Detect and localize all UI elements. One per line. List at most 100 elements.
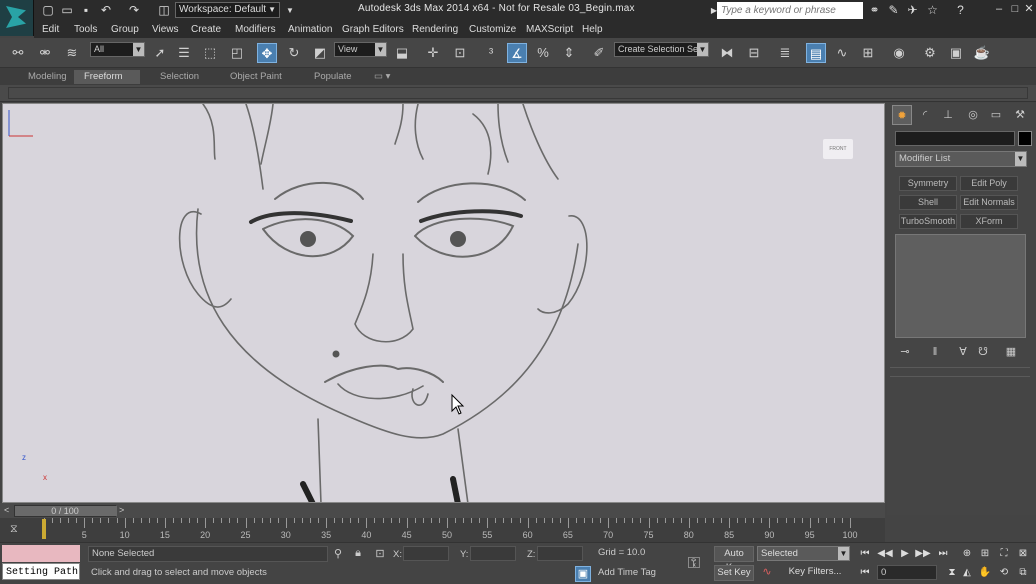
tab-populate[interactable]: Populate xyxy=(304,70,362,84)
minimize-icon[interactable]: – xyxy=(992,2,1006,16)
menu-group[interactable]: Group xyxy=(111,24,139,35)
percent-snap-icon[interactable]: % xyxy=(533,43,553,63)
show-end-result-icon[interactable]: ‖ xyxy=(927,344,943,360)
menu-rendering[interactable]: Rendering xyxy=(412,24,458,35)
ribbon-options-icon[interactable]: ▭ ▾ xyxy=(364,70,400,84)
render-production-icon[interactable]: ☕ xyxy=(972,43,992,63)
material-editor-icon[interactable]: ◉ xyxy=(889,43,909,63)
turbosmooth-button[interactable]: TurboSmooth xyxy=(899,214,957,229)
pin-stack-icon[interactable]: ⊸ xyxy=(897,344,913,360)
isolate-selection-icon[interactable]: ⚲ xyxy=(332,547,344,560)
maximize-icon[interactable]: □ xyxy=(1008,2,1022,16)
binoculars-icon[interactable]: ⚭ xyxy=(867,3,882,18)
time-slider[interactable]: 0 / 100 xyxy=(14,505,117,517)
communication-icon[interactable]: ✈ xyxy=(905,3,920,18)
previous-frame-icon[interactable]: ◀◀ xyxy=(877,546,893,562)
maxscript-listener-mini[interactable] xyxy=(2,545,80,562)
pan-view-icon[interactable]: ✋ xyxy=(977,565,993,581)
display-panel-icon[interactable]: ▭ xyxy=(986,105,1006,125)
current-frame-marker[interactable] xyxy=(42,519,46,539)
zoom-icon[interactable]: ⊕ xyxy=(959,546,975,562)
absolute-mode-icon[interactable]: ⊡ xyxy=(373,547,387,560)
maximize-viewport-icon[interactable]: ⧉ xyxy=(1015,565,1031,581)
x-coord-field[interactable] xyxy=(403,546,449,561)
link-icon[interactable]: ⚯ xyxy=(8,43,28,63)
zoom-extents-all-icon[interactable]: ⊠ xyxy=(1015,546,1031,562)
window-crossing-icon[interactable]: ◰ xyxy=(227,43,247,63)
tab-freeform[interactable]: Freeform xyxy=(74,70,140,84)
application-button[interactable] xyxy=(0,0,34,36)
tab-modeling[interactable]: Modeling xyxy=(18,70,77,84)
menu-animation[interactable]: Animation xyxy=(288,24,332,35)
object-name-field[interactable] xyxy=(895,131,1015,146)
next-frame-icon[interactable]: ▶▶ xyxy=(915,546,931,562)
slider-left-arrow-icon[interactable]: < xyxy=(4,505,9,515)
modifier-stack[interactable] xyxy=(895,234,1026,338)
close-icon[interactable]: ✕ xyxy=(1022,2,1036,16)
auto-key-button[interactable]: Auto Key xyxy=(714,546,754,573)
graphite-modeling-tools-icon[interactable]: ▤ xyxy=(806,43,826,63)
layer-manager-icon[interactable]: ≣ xyxy=(775,43,795,63)
set-key-button[interactable]: Set Key xyxy=(714,565,754,581)
new-file-icon[interactable]: ▢ xyxy=(40,3,56,18)
redo-icon[interactable]: ↷ xyxy=(126,3,142,18)
slider-right-arrow-icon[interactable]: > xyxy=(119,505,124,515)
go-to-start-icon[interactable]: ⏮ xyxy=(857,546,873,562)
field-of-view-icon[interactable]: ◭ xyxy=(959,565,975,581)
menu-edit[interactable]: Edit xyxy=(42,24,59,35)
undo-icon[interactable]: ↶ xyxy=(98,3,114,18)
workspace-more-icon[interactable]: ▼ xyxy=(282,3,298,18)
menu-help[interactable]: Help xyxy=(582,24,603,35)
save-file-icon[interactable]: ▪ xyxy=(78,3,94,18)
keyboard-shortcut-override-icon[interactable]: ⊡ xyxy=(450,43,470,63)
spinner-snap-icon[interactable]: ⇕ xyxy=(559,43,579,63)
render-setup-icon[interactable]: ⚙ xyxy=(920,43,940,63)
unlink-icon[interactable]: ⚮ xyxy=(35,43,55,63)
key-selection-dropdown[interactable]: Selected ▼ xyxy=(757,546,850,561)
mini-curve-editor-icon[interactable]: ⧖ xyxy=(10,523,26,537)
configure-modifier-sets-icon[interactable]: ▦ xyxy=(1003,344,1019,360)
zoom-extents-icon[interactable]: ⛶ xyxy=(996,546,1012,562)
edit-poly-button[interactable]: Edit Poly xyxy=(960,176,1018,191)
select-and-move-icon[interactable]: ✥ xyxy=(257,43,277,63)
reference-coordinate-dropdown[interactable]: View ▼ xyxy=(334,42,387,57)
menu-graph-editors[interactable]: Graph Editors xyxy=(342,24,404,35)
help-icon[interactable]: ? xyxy=(953,3,968,18)
make-unique-icon[interactable]: ∀ xyxy=(955,344,971,360)
modifier-list-dropdown[interactable]: Modifier List ▼ xyxy=(895,151,1027,167)
object-color-swatch[interactable] xyxy=(1018,131,1032,146)
select-object-icon[interactable]: ➚ xyxy=(150,43,170,63)
key-mode-toggle-icon[interactable]: ⏮ xyxy=(857,565,873,581)
select-by-name-icon[interactable]: ☰ xyxy=(174,43,194,63)
time-configuration-icon[interactable]: ⧗ xyxy=(944,565,960,581)
workspace-dropdown[interactable]: Workspace: Default ▼ xyxy=(175,2,280,18)
y-coord-field[interactable] xyxy=(470,546,516,561)
tab-selection[interactable]: Selection xyxy=(150,70,209,84)
create-panel-icon[interactable]: ✹ xyxy=(892,105,912,125)
selection-lock-icon[interactable]: 🔒︎ xyxy=(352,547,364,560)
modify-panel-icon[interactable]: ◜ xyxy=(915,105,935,125)
timeline[interactable]: ⧖ 5 10 15 20 25 30 35 40 45 50 55 60 65 70 75 80 85 90 95 1… xyxy=(0,518,885,542)
bind-space-warp-icon[interactable]: ≋ xyxy=(62,43,82,63)
motion-panel-icon[interactable]: ◎ xyxy=(963,105,983,125)
rectangular-selection-icon[interactable]: ⬚ xyxy=(200,43,220,63)
shell-button[interactable]: Shell xyxy=(899,195,957,210)
orbit-icon[interactable]: ⟲ xyxy=(996,565,1012,581)
edit-normals-button[interactable]: Edit Normals xyxy=(960,195,1018,210)
menu-modifiers[interactable]: Modifiers xyxy=(235,24,276,35)
utilities-panel-icon[interactable]: ⚒ xyxy=(1010,105,1030,125)
menu-views[interactable]: Views xyxy=(152,24,179,35)
select-and-scale-icon[interactable]: ◩ xyxy=(310,43,330,63)
named-selection-sets-dropdown[interactable]: Create Selection Se ▼ xyxy=(614,42,709,57)
setting-path-field[interactable]: Setting Path xyxy=(2,563,80,580)
play-icon[interactable]: ▶ xyxy=(897,546,913,562)
hierarchy-panel-icon[interactable]: ⊥ xyxy=(938,105,958,125)
pivot-center-icon[interactable]: ⬓ xyxy=(392,43,412,63)
add-time-tag[interactable]: Add Time Tag xyxy=(595,566,677,582)
front-viewport[interactable]: FRONT z x xyxy=(2,103,885,503)
go-to-end-icon[interactable]: ⏭ xyxy=(935,546,951,562)
curve-editor-icon[interactable]: ∿ xyxy=(832,43,852,63)
menu-tools[interactable]: Tools xyxy=(74,24,97,35)
set-keys-key-icon[interactable]: ⚿ xyxy=(683,555,705,573)
rendered-frame-window-icon[interactable]: ▣ xyxy=(946,43,966,63)
